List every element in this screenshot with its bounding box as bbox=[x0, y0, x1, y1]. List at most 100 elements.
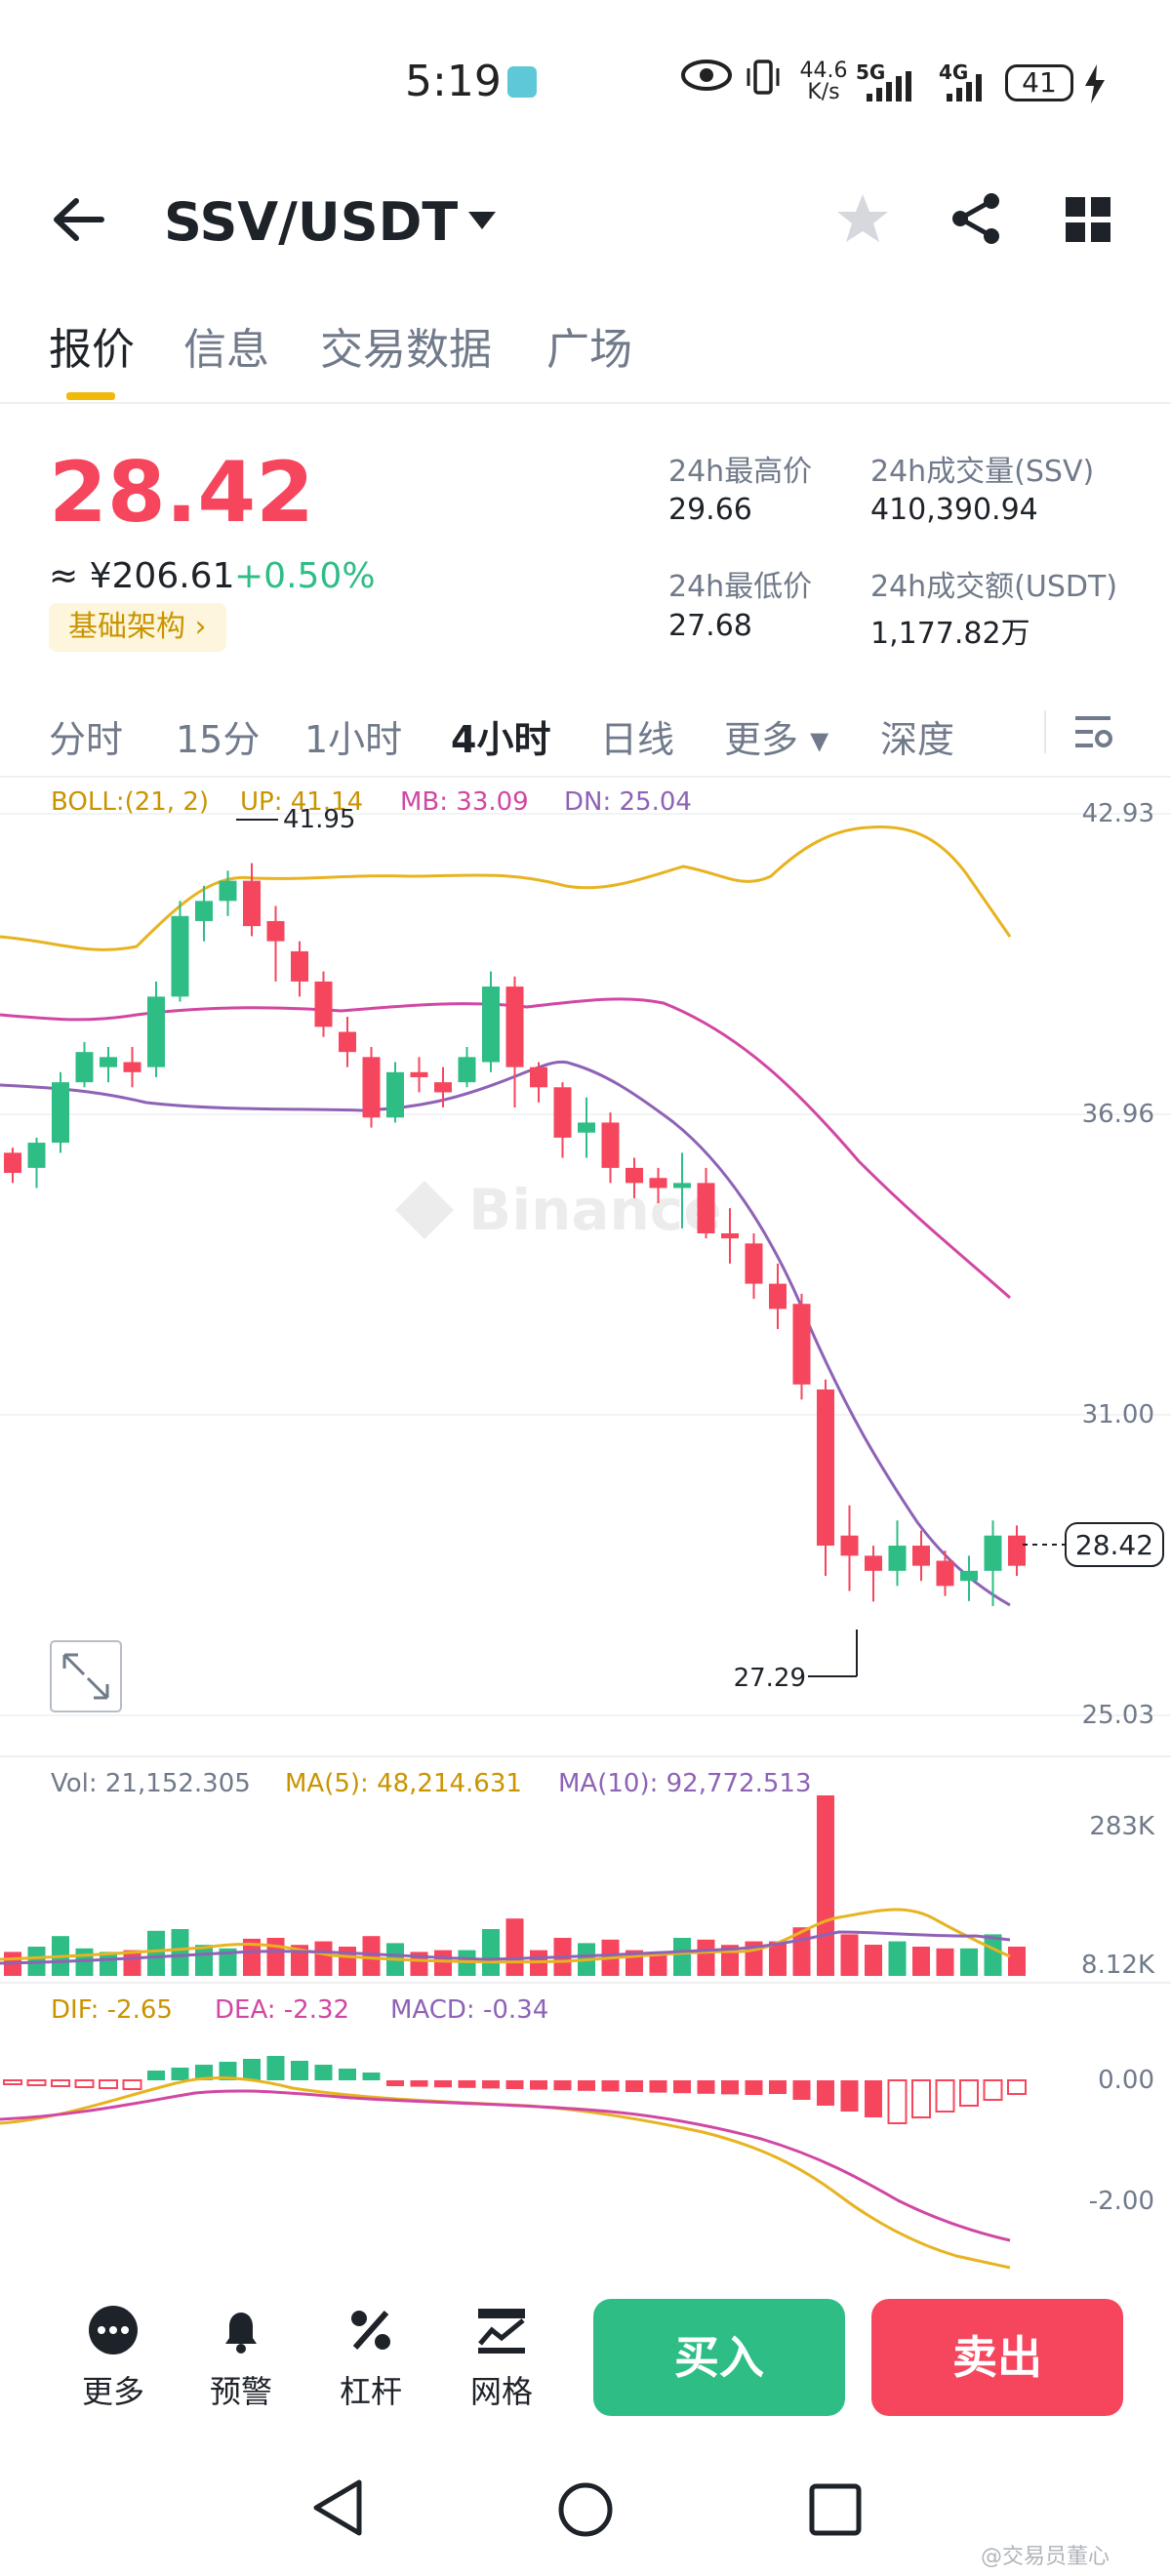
interval-tab-depth[interactable]: 深度 bbox=[880, 709, 954, 763]
volume-bar bbox=[888, 1941, 907, 1976]
candle-body bbox=[410, 1071, 428, 1077]
volume-legend-label: Vol: 21,152.305 bbox=[51, 1769, 251, 1798]
volume-axis-tick: 8.12K bbox=[1081, 1951, 1155, 1980]
candle-body bbox=[100, 1057, 117, 1067]
candle-body bbox=[530, 1067, 547, 1088]
nav-back-icon[interactable] bbox=[310, 2478, 365, 2541]
candle-body bbox=[243, 880, 261, 927]
candle-body bbox=[984, 1535, 1002, 1571]
candle-body bbox=[553, 1087, 572, 1138]
candle-body bbox=[291, 950, 308, 982]
grid-label: 网格 bbox=[469, 2373, 533, 2410]
bell-icon bbox=[225, 2313, 257, 2354]
candle-body bbox=[936, 1560, 954, 1587]
category-tag[interactable]: 基础架构 › bbox=[49, 603, 226, 652]
macd-histogram-bar bbox=[935, 2079, 955, 2113]
candle-body bbox=[578, 1122, 595, 1133]
volume-bar bbox=[865, 1945, 882, 1976]
macd-histogram-bar bbox=[99, 2079, 118, 2089]
chart-settings-icon[interactable] bbox=[1071, 710, 1114, 757]
candle-body bbox=[482, 986, 500, 1063]
sell-button[interactable]: 卖出 bbox=[871, 2299, 1123, 2416]
nav-home-icon[interactable] bbox=[556, 2480, 615, 2543]
interval-tab-line[interactable]: 分时 bbox=[49, 709, 123, 763]
candlestick-chart[interactable]: Binance BOLL:(21, 2) UP: 41.14 MB: 33.09… bbox=[0, 781, 1171, 2274]
pair-dropdown-caret-icon[interactable] bbox=[466, 210, 498, 235]
price-axis-tick: 42.93 bbox=[1082, 799, 1154, 828]
macd-histogram-bar bbox=[314, 2065, 333, 2080]
more-button[interactable]: 更多 bbox=[64, 2305, 162, 2412]
volume-bar bbox=[817, 1795, 834, 1976]
approx-cny-price: ≈ ¥206.61 bbox=[49, 556, 235, 596]
nav-recents-icon[interactable] bbox=[808, 2482, 863, 2541]
macd-histogram-bar bbox=[3, 2079, 22, 2085]
volume-ma5-legend: MA(5): 48,214.631 bbox=[285, 1769, 522, 1798]
pair-title[interactable]: SSV/USDT bbox=[164, 191, 458, 253]
interval-tab-1d[interactable]: 日线 bbox=[600, 709, 674, 763]
macd-histogram-bar bbox=[697, 2080, 715, 2094]
macd-histogram-bar bbox=[959, 2079, 979, 2107]
macd-histogram-bar bbox=[626, 2080, 643, 2092]
macd-histogram-bar bbox=[26, 2079, 47, 2086]
candle-body bbox=[865, 1555, 882, 1571]
interval-tab-15m[interactable]: 15分 bbox=[176, 709, 260, 763]
interval-tab-more[interactable]: 更多 ▾ bbox=[724, 709, 828, 763]
macd-histogram-bar bbox=[983, 2079, 1003, 2101]
volume-bar bbox=[314, 1941, 333, 1976]
candle-body bbox=[601, 1122, 620, 1168]
candle-body bbox=[1008, 1535, 1026, 1566]
volume-bar bbox=[912, 1947, 930, 1976]
share-icon[interactable] bbox=[949, 191, 1003, 250]
price-axis-tick: 25.03 bbox=[1082, 1701, 1154, 1730]
active-tab-indicator bbox=[66, 392, 115, 400]
candle-body bbox=[434, 1082, 452, 1093]
divider bbox=[0, 776, 1171, 778]
volume-bar bbox=[266, 1938, 285, 1976]
credit-watermark: @交易员董心 bbox=[981, 2545, 1110, 2569]
macd-histogram-bar bbox=[578, 2080, 595, 2091]
tab-square[interactable]: 广场 bbox=[546, 314, 632, 377]
candle-body bbox=[817, 1389, 834, 1547]
macd-histogram-bar bbox=[887, 2079, 908, 2124]
net-speed: 44.6 K/s bbox=[799, 59, 848, 104]
interval-tab-1h[interactable]: 1小时 bbox=[304, 709, 402, 763]
candle-body bbox=[52, 1082, 69, 1144]
grid-chart-icon bbox=[478, 2309, 525, 2354]
fullscreen-expand-icon[interactable] bbox=[50, 1640, 122, 1712]
volume-bar bbox=[840, 1934, 859, 1976]
volume-bar bbox=[505, 1918, 524, 1976]
status-time: 5:19 bbox=[405, 57, 502, 106]
notification-app-icon bbox=[507, 66, 537, 98]
divider bbox=[0, 402, 1171, 404]
favorite-star-icon[interactable] bbox=[835, 191, 890, 250]
candle-body bbox=[649, 1178, 667, 1188]
macd-histogram-bar bbox=[649, 2080, 667, 2093]
macd-histogram-bar bbox=[339, 2069, 356, 2080]
grid-trading-button[interactable]: 网格 bbox=[453, 2305, 550, 2412]
volume-bar bbox=[482, 1929, 500, 1976]
candle-body bbox=[195, 901, 213, 921]
tab-info[interactable]: 信息 bbox=[183, 314, 269, 377]
back-arrow-icon[interactable] bbox=[51, 195, 105, 248]
tab-trading-data[interactable]: 交易数据 bbox=[320, 314, 492, 377]
macd-histogram-bar bbox=[769, 2080, 787, 2094]
candle-body bbox=[219, 880, 237, 902]
buy-button[interactable]: 买入 bbox=[593, 2299, 845, 2416]
candle-body bbox=[27, 1143, 46, 1168]
volume-bar bbox=[147, 1930, 165, 1976]
grid-menu-icon[interactable] bbox=[1064, 195, 1112, 248]
leverage-button[interactable]: 杠杆 bbox=[322, 2305, 420, 2412]
macd-histogram-bar bbox=[51, 2079, 70, 2087]
candle-body bbox=[697, 1183, 715, 1233]
alert-button[interactable]: 预警 bbox=[192, 2305, 290, 2412]
candle-body bbox=[147, 996, 165, 1067]
interval-tab-4h[interactable]: 4小时 bbox=[451, 709, 550, 763]
candle-body bbox=[171, 915, 189, 997]
divider bbox=[1044, 710, 1046, 753]
candle-body bbox=[721, 1232, 739, 1239]
boll-mb-legend: MB: 33.09 bbox=[400, 787, 529, 817]
tab-quote[interactable]: 报价 bbox=[49, 314, 135, 377]
boll-dn-legend: DN: 25.04 bbox=[564, 787, 692, 817]
macd-histogram-bar bbox=[434, 2080, 452, 2088]
candle-body bbox=[505, 986, 524, 1067]
